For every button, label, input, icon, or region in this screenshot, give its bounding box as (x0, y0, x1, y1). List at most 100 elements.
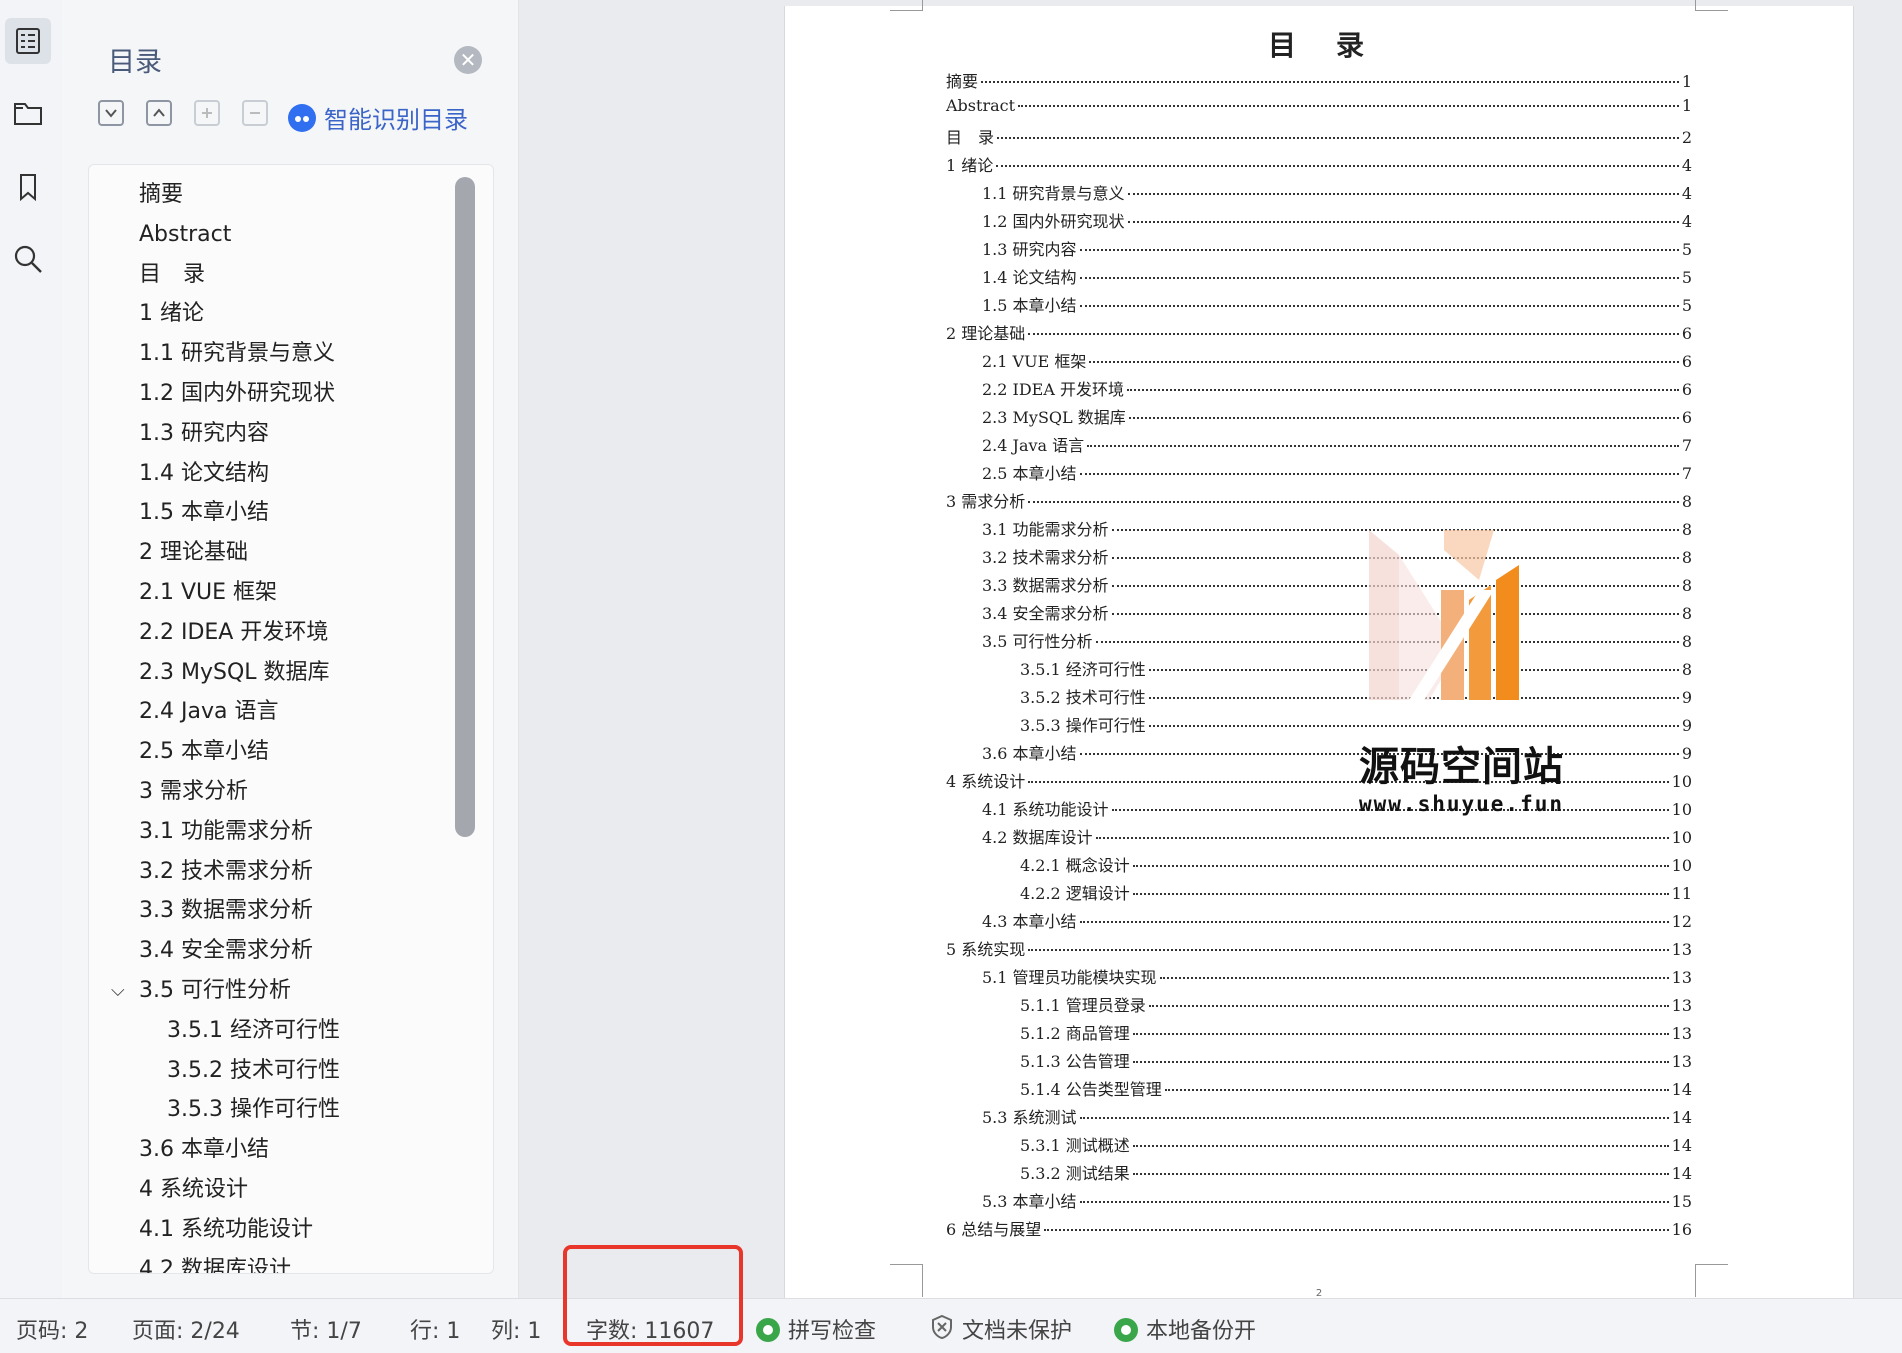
toc-item[interactable]: 2.2 IDEA 开发环境 (89, 613, 449, 653)
doc-toc-entry[interactable]: 摘要 1 (946, 68, 1692, 96)
status-row[interactable]: 行: 1 (410, 1313, 460, 1345)
expand-all-icon[interactable] (98, 100, 124, 126)
toc-item[interactable]: 3.3 数据需求分析 (89, 891, 449, 931)
word-count-highlight (563, 1245, 743, 1346)
spellcheck-button[interactable]: 拼写检查 (756, 1313, 876, 1345)
toc-icon[interactable] (5, 18, 51, 64)
remove-level-icon[interactable] (242, 100, 268, 126)
doc-toc-entry-text: 1 绪论 (946, 156, 994, 175)
doc-toc-entry[interactable]: 3 需求分析 8 (946, 488, 1692, 516)
doc-toc-entry[interactable]: 5.3 系统测试 14 (946, 1104, 1692, 1132)
toc-item[interactable]: 2.3 MySQL 数据库 (89, 653, 449, 693)
doc-toc-entry[interactable]: 1.5 本章小结 5 (946, 292, 1692, 320)
doc-toc-entry-text: 摘要 (946, 72, 979, 91)
doc-toc-entry[interactable]: 5.3 本章小结 15 (946, 1188, 1692, 1216)
status-section[interactable]: 节: 1/7 (290, 1313, 362, 1345)
chevron-down-icon[interactable]: ⌵ (111, 971, 125, 1011)
doc-toc-entry[interactable]: 5.1.2 商品管理 13 (946, 1020, 1692, 1048)
toc-list: 摘要 Abstract 目 录 1 绪论 1.1 研究背景与意义 1.2 国内外研究现状 1… (88, 164, 494, 1274)
toc-item[interactable]: 1 绪论 (89, 294, 449, 334)
toc-item[interactable]: 3.2 技术需求分析 (89, 852, 449, 892)
toc-item[interactable]: 2 理论基础 (89, 533, 449, 573)
doc-toc-entry-page: 13 (1671, 968, 1692, 987)
close-icon[interactable]: ✕ (454, 46, 482, 74)
bookmark-icon[interactable] (5, 164, 51, 210)
toc-item[interactable]: 3.5.1 经济可行性 (89, 1011, 449, 1051)
toc-item[interactable]: 目 录 (89, 255, 449, 295)
doc-toc-leader (1132, 865, 1669, 867)
doc-toc-leader (1079, 1201, 1669, 1203)
smart-toc-button[interactable]: 智能识别目录 (288, 100, 468, 135)
doc-toc-entry[interactable]: 6 总结与展望 16 (946, 1216, 1692, 1244)
doc-toc-entry[interactable]: 5.1.3 公告管理 13 (946, 1048, 1692, 1076)
doc-toc-leader (1132, 1033, 1669, 1035)
toc-item[interactable]: 1.2 国内外研究现状 (89, 374, 449, 414)
doc-toc-entry[interactable]: 2 理论基础 6 (946, 320, 1692, 348)
doc-toc-leader (1028, 501, 1679, 503)
doc-toc-entry[interactable]: 2.2 IDEA 开发环境 6 (946, 376, 1692, 404)
toc-item[interactable]: 4.2 数据库设计 (89, 1250, 449, 1273)
toc-scrollbar[interactable] (455, 177, 475, 837)
doc-toc-entry[interactable]: 5 系统实现 13 (946, 936, 1692, 964)
toc-item[interactable]: 1.5 本章小结 (89, 493, 449, 533)
collapse-all-icon[interactable] (146, 100, 172, 126)
doc-toc-entry[interactable]: 目 录 2 (946, 124, 1692, 152)
backup-button[interactable]: 本地备份开 (1114, 1313, 1256, 1345)
toc-item-label: 4.1 系统功能设计 (139, 1216, 313, 1242)
doc-toc-entry[interactable]: 5.3.1 测试概述 14 (946, 1132, 1692, 1160)
doc-toc-entry[interactable]: 2.1 VUE 框架 6 (946, 348, 1692, 376)
toc-item[interactable]: ⌵ 3.5 可行性分析 (89, 971, 449, 1011)
add-level-icon[interactable] (194, 100, 220, 126)
toc-item[interactable]: 3.5.2 技术可行性 (89, 1051, 449, 1091)
search-icon[interactable] (5, 236, 51, 282)
status-column[interactable]: 列: 1 (491, 1313, 541, 1345)
doc-toc-entry-text: 4.2.1 概念设计 (1020, 856, 1130, 875)
toc-item[interactable]: 摘要 (89, 175, 449, 215)
doc-toc-entry[interactable]: 2.5 本章小结 7 (946, 460, 1692, 488)
doc-toc-entry[interactable]: 5.1.1 管理员登录 13 (946, 992, 1692, 1020)
toc-item[interactable]: 4.1 系统功能设计 (89, 1210, 449, 1250)
toc-item[interactable]: Abstract (89, 215, 449, 255)
green-status-icon (1114, 1318, 1138, 1342)
doc-toc-leader (1087, 445, 1679, 447)
toc-item[interactable]: 3.1 功能需求分析 (89, 812, 449, 852)
doc-toc-entry-text: 4 系统设计 (946, 772, 1026, 791)
toc-item[interactable]: 2.1 VUE 框架 (89, 573, 449, 613)
doc-toc-entry[interactable]: 1 绪论 4 (946, 152, 1692, 180)
status-page[interactable]: 页面: 2/24 (132, 1313, 240, 1345)
toc-item[interactable]: 1.3 研究内容 (89, 414, 449, 454)
doc-toc-entry[interactable]: 1.3 研究内容 5 (946, 236, 1692, 264)
doc-toc-leader (1132, 1061, 1669, 1063)
doc-toc-entry[interactable]: 2.3 MySQL 数据库 6 (946, 404, 1692, 432)
doc-toc-entry[interactable]: 1.4 论文结构 5 (946, 264, 1692, 292)
doc-toc-entry[interactable]: Abstract 1 (946, 96, 1692, 124)
toc-item[interactable]: 2.5 本章小结 (89, 732, 449, 772)
doc-toc-entry[interactable]: 5.1 管理员功能模块实现 13 (946, 964, 1692, 992)
toc-item[interactable]: 3.5.3 操作可行性 (89, 1090, 449, 1130)
doc-toc-entry[interactable]: 1.2 国内外研究现状 4 (946, 208, 1692, 236)
doc-toc-entry[interactable]: 2.4 Java 语言 7 (946, 432, 1692, 460)
doc-toc-entry[interactable]: 4.2.1 概念设计 10 (946, 852, 1692, 880)
protection-button[interactable]: 文档未保护 (930, 1313, 1072, 1348)
toc-item[interactable]: 4 系统设计 (89, 1170, 449, 1210)
doc-toc-entry[interactable]: 4.2.2 逻辑设计 11 (946, 880, 1692, 908)
doc-toc-entry[interactable]: 4.3 本章小结 12 (946, 908, 1692, 936)
outline-icon[interactable] (5, 90, 51, 136)
toc-item[interactable]: 3.4 安全需求分析 (89, 931, 449, 971)
doc-toc-entry-page: 14 (1671, 1080, 1692, 1099)
doc-toc-leader (1079, 305, 1679, 307)
toc-item[interactable]: 3.6 本章小结 (89, 1130, 449, 1170)
doc-toc-entry-text: 5.1.2 商品管理 (1020, 1024, 1130, 1043)
doc-toc-entry[interactable]: 5.3.2 测试结果 14 (946, 1160, 1692, 1188)
status-page-code[interactable]: 页码: 2 (16, 1313, 88, 1345)
doc-toc-entry[interactable]: 1.1 研究背景与意义 4 (946, 180, 1692, 208)
doc-toc-entry-page: 7 (1681, 464, 1692, 483)
doc-toc-entry-text: 4.3 本章小结 (982, 912, 1077, 931)
doc-toc-entry[interactable]: 5.1.4 公告类型管理 14 (946, 1076, 1692, 1104)
toc-item[interactable]: 2.4 Java 语言 (89, 692, 449, 732)
toc-item[interactable]: 3 需求分析 (89, 772, 449, 812)
toc-item[interactable]: 1.4 论文结构 (89, 454, 449, 494)
doc-toc-leader (1127, 389, 1679, 391)
toc-item[interactable]: 1.1 研究背景与意义 (89, 334, 449, 374)
doc-toc-leader (1079, 277, 1679, 279)
